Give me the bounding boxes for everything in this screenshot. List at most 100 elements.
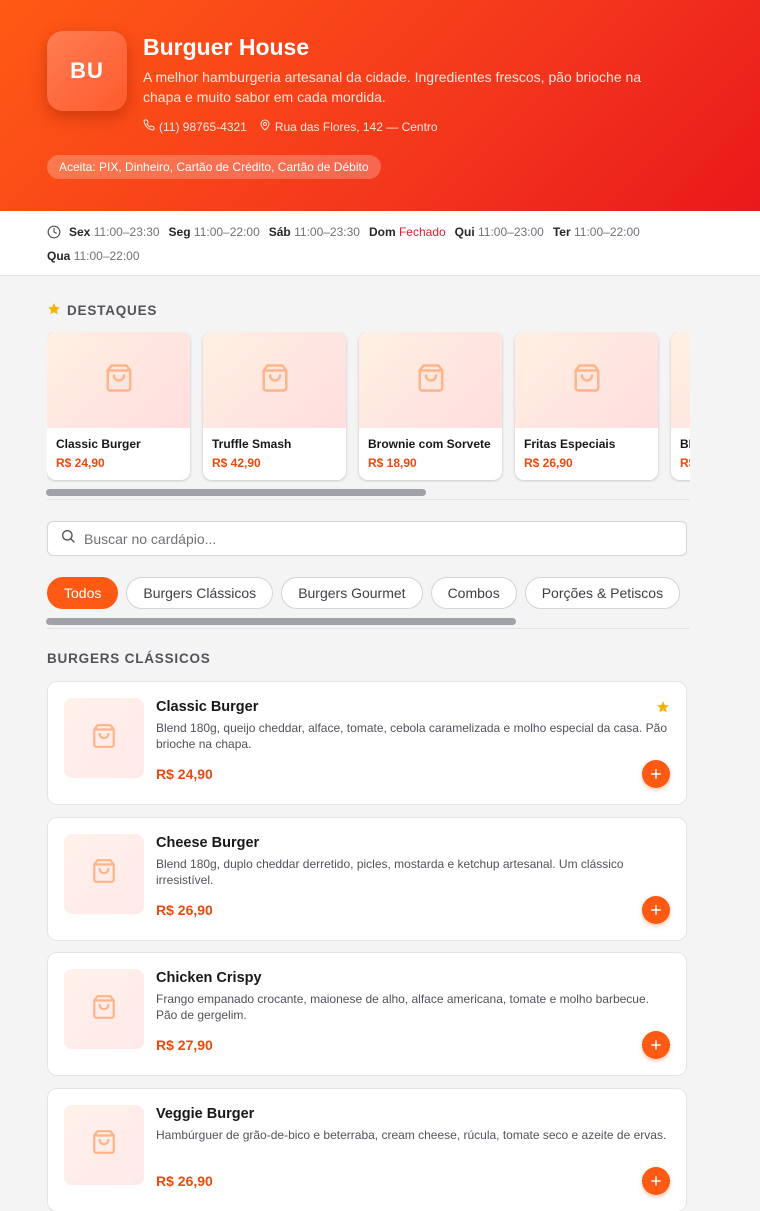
featured-card[interactable]: Classic Burger R$ 24,90 (47, 332, 190, 480)
item-name: Chicken Crispy (156, 970, 262, 986)
address-text: Rua das Flores, 142 — Centro (274, 119, 438, 134)
item-price: R$ 26,90 (156, 901, 213, 918)
search-input[interactable] (84, 530, 686, 547)
shopping-bag-icon (91, 858, 117, 889)
menu-item-card[interactable]: Classic Burger Blend 180g, queijo cheddar… (47, 681, 687, 805)
shopping-bag-icon (260, 363, 290, 398)
section-title: BURGERS CLÁSSICOS (47, 651, 211, 666)
shopping-bag-icon (572, 363, 602, 398)
restaurant-description: A melhor hamburgeria artesanal da cidade… (143, 69, 642, 105)
shopping-bag-icon (91, 1129, 117, 1160)
featured-price: R$ (680, 456, 690, 470)
day-name: Qui (454, 225, 475, 239)
hours-item: Qui 11:00–23:00 (455, 223, 544, 241)
hours-item: Sáb 11:00–23:30 (269, 223, 360, 241)
plus-icon (649, 1174, 663, 1188)
featured-card[interactable]: Truffle Smash R$ 42,90 (203, 332, 346, 480)
day-time: 11:00–23:30 (294, 225, 360, 239)
featured-price: R$ 18,90 (368, 456, 417, 470)
day-name: Sex (69, 225, 91, 239)
category-tab[interactable]: Burgers Clássicos (126, 577, 274, 609)
category-tab[interactable]: Todos (47, 577, 119, 609)
featured-name: Truffle Smash (212, 437, 292, 451)
featured-image (671, 332, 690, 428)
item-description: Frango empanado crocante, maionese de al… (156, 992, 649, 1022)
item-image (64, 969, 144, 1049)
opening-hours: Sex 11:00–23:30 Seg 11:00–22:00 Sáb 11:00–… (0, 211, 760, 276)
add-to-cart-button[interactable] (642, 760, 670, 788)
day-time: 11:00–22:00 (193, 225, 260, 239)
featured-scrollbar[interactable] (46, 489, 426, 496)
menu-item-card[interactable]: Chicken Crispy Frango empanado crocante, … (47, 952, 687, 1076)
phone-number: (11) 98765-4321 (159, 119, 247, 134)
day-name: Seg (168, 225, 191, 239)
star-icon (656, 700, 670, 714)
featured-card[interactable]: BBQ R$ (671, 332, 690, 480)
featured-card[interactable]: Fritas Especiais R$ 26,90 (515, 332, 658, 480)
item-image (64, 698, 144, 778)
item-description: Blend 180g, duplo cheddar derretido, pic… (156, 856, 624, 887)
shopping-bag-icon (91, 994, 117, 1025)
day-time: 11:00–23:00 (478, 225, 544, 239)
category-scrollbar[interactable] (46, 618, 516, 625)
day-name: Sáb (268, 225, 291, 239)
hours-item: Seg 11:00–22:00 (169, 223, 260, 241)
add-to-cart-button[interactable] (642, 1031, 670, 1059)
contact-info: (11) 98765-4321 Rua das Flores, 142 — Ce… (143, 119, 438, 134)
item-image (64, 833, 144, 914)
day-name: Qua (47, 249, 71, 263)
add-to-cart-button[interactable] (642, 895, 670, 924)
featured-image (203, 332, 346, 428)
phone-icon (143, 119, 155, 134)
item-name: Cheese Burger (156, 834, 260, 851)
plus-icon (649, 1038, 663, 1052)
shopping-bag-icon (416, 363, 446, 398)
hours-list: Sex 11:00–23:30 Seg 11:00–22:00 Sáb 11:00–… (47, 223, 687, 265)
closed-status: Fechado (398, 225, 446, 239)
hours-item: Qua 11:00–22:00 (47, 247, 140, 265)
featured-image (47, 332, 190, 428)
day-time: 11:00–22:00 (73, 249, 140, 263)
shopping-bag-icon (104, 363, 134, 398)
divider (47, 628, 690, 629)
restaurant-name: Burguer House (143, 34, 310, 60)
phone-contact[interactable]: (11) 98765-4321 (143, 119, 247, 134)
featured-price: R$ 24,90 (56, 456, 105, 470)
day-time: 11:00–23:30 (93, 225, 160, 239)
day-name: Ter (552, 225, 571, 239)
category-tabs: Todos Burgers Clássicos Burgers Gourmet Com… (47, 577, 690, 610)
add-to-cart-button[interactable] (642, 1166, 670, 1195)
featured-name: Classic Burger (56, 437, 141, 451)
item-price: R$ 24,90 (156, 766, 213, 782)
day-name: Dom (368, 225, 396, 239)
hours-item: Sex 11:00–23:30 (69, 223, 160, 241)
featured-price: R$ 26,90 (524, 456, 573, 470)
item-description: Blend 180g, queijo cheddar, alface, toma… (156, 721, 667, 751)
featured-name: BBQ (680, 437, 690, 451)
shopping-bag-icon (91, 723, 117, 754)
menu-item-card[interactable]: Cheese Burger Blend 180g, duplo cheddar d… (47, 816, 687, 941)
featured-price: R$ 42,90 (212, 456, 261, 470)
item-name: Classic Burger (156, 699, 259, 715)
featured-image (515, 332, 658, 428)
search-icon (60, 528, 84, 549)
category-tab[interactable]: Burgers Gourmet (281, 577, 423, 609)
star-icon (47, 302, 61, 319)
category-tab[interactable]: Porções & Petiscos (524, 577, 681, 609)
plus-icon (649, 767, 663, 781)
restaurant-logo: BU (47, 31, 127, 111)
day-time: 11:00–22:00 (574, 225, 640, 239)
category-tab[interactable]: Combos (430, 577, 517, 609)
restaurant-header: BU Burguer House A melhor hamburgeria ar… (0, 0, 760, 211)
menu-item-card[interactable]: Veggie Burger Hambúrguer de grão-de-bico … (47, 1087, 687, 1211)
map-pin-icon (259, 119, 271, 134)
plus-icon (649, 903, 663, 917)
featured-card[interactable]: Brownie com Sorvete R$ 18,90 (359, 332, 502, 480)
featured-label: DESTAQUES (67, 303, 158, 318)
address-contact[interactable]: Rua das Flores, 142 — Centro (259, 119, 438, 134)
featured-name: Brownie com Sorvete (368, 437, 491, 451)
menu-search[interactable] (47, 521, 687, 556)
item-description: Hambúrguer de grão-de-bico e beterraba, … (156, 1127, 667, 1142)
featured-carousel: Classic Burger R$ 24,90 Truffle Smash R$ 42… (47, 332, 690, 482)
featured-image (359, 332, 502, 428)
